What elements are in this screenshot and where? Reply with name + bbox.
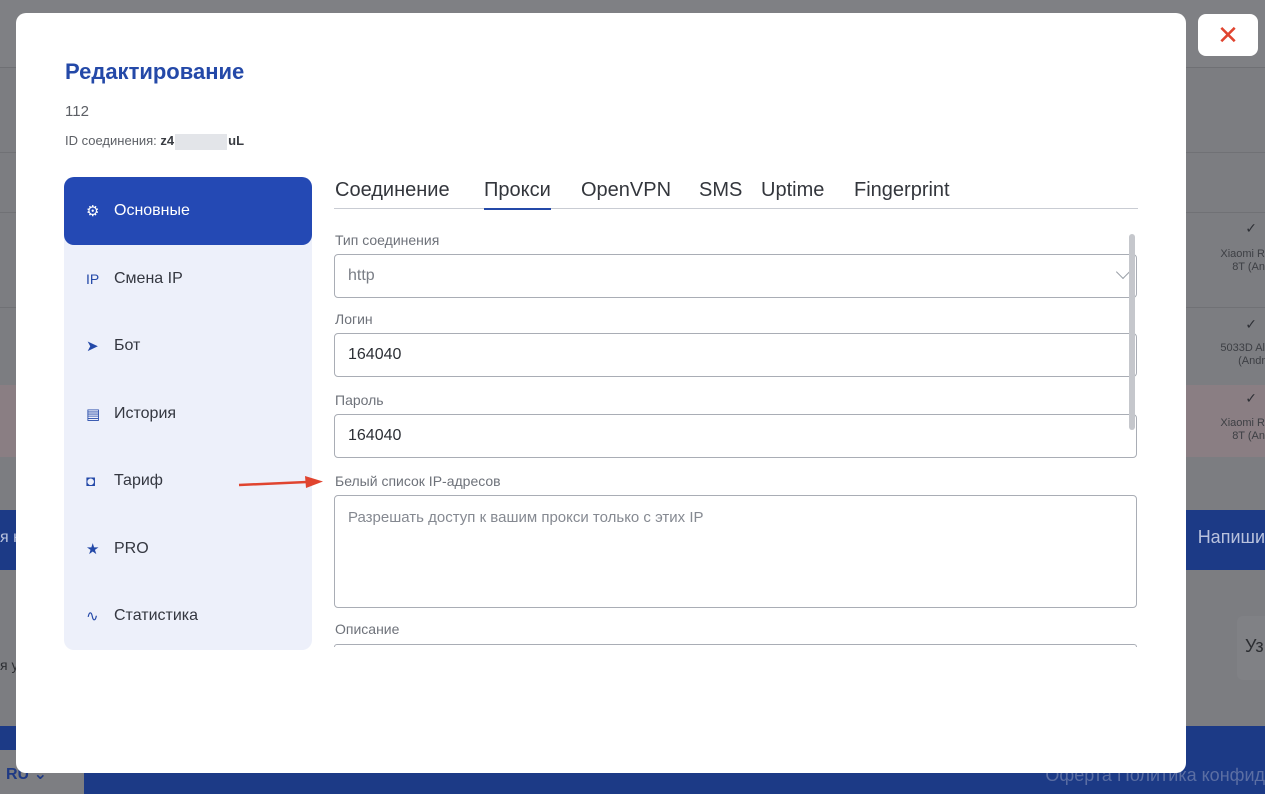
close-icon: ✕ [1217,20,1239,50]
sidebar-item-bot[interactable]: ➤ Бот [64,312,312,380]
sidebar-item-history[interactable]: ▤ История [64,380,312,448]
sidebar-item-label: Тариф [114,472,163,489]
telegram-icon: ➤ [86,338,99,355]
sidebar-item-ip-change[interactable]: IP Смена IP [64,245,312,313]
bg-device-label: 5033D Al (Andr [1220,342,1265,367]
connection-type-select[interactable]: http [334,254,1137,298]
modal-title: Редактирование [65,59,245,84]
connection-type-value: http [348,267,375,284]
connection-type-label: Тип соединения [335,232,440,248]
write-button[interactable]: Напиши [1198,527,1265,548]
connection-number: 112 [65,103,89,120]
whitelist-textarea[interactable]: Разрешать доступ к вашим прокси только с… [334,495,1137,608]
bg-device-label: Xiaomi R 8T (An [1220,248,1265,273]
gear-icon: ⚙ [86,203,100,220]
bg-device-label: Xiaomi R 8T (An [1220,417,1265,442]
tab-openvpn[interactable]: OpenVPN [581,179,671,208]
tab-fingerprint[interactable]: Fingerprint [854,179,950,208]
connection-id: ID соединения: z4 uL [65,133,245,150]
chevron-down-icon [1115,264,1131,280]
password-label: Пароль [335,392,384,408]
star-icon: ★ [86,541,100,558]
sidebar-item-statistics[interactable]: ∿ Статистика [64,582,312,650]
sidebar-item-label: Смена IP [114,270,183,287]
sidebar: ⚙ Основные IP Смена IP ➤ Бот ▤ История ◘… [64,177,312,650]
tab-proxy[interactable]: Прокси [484,179,551,210]
tab-sms[interactable]: SMS [699,179,742,208]
login-input[interactable]: 164040 [334,333,1137,377]
bg-u-button[interactable]: Уз [1237,616,1265,680]
sidebar-item-pro[interactable]: ★ PRO [64,515,312,583]
password-input[interactable]: 164040 [334,414,1137,458]
ip-icon: IP [86,271,100,287]
description-label: Описание [335,621,400,637]
pulse-icon: ∿ [86,608,99,625]
check-icon: ✓ [1245,220,1257,236]
check-icon: ✓ [1245,390,1257,406]
whitelist-placeholder: Разрешать доступ к вашим прокси только с… [348,509,704,526]
redacted-block [175,133,228,150]
annotation-arrow-icon [238,476,323,488]
scrollbar[interactable] [1129,234,1135,430]
shopping-bag-icon: ◘ [86,472,96,490]
description-input[interactable] [334,644,1137,647]
sidebar-item-label: История [114,405,177,422]
tab-bar: Соединение Прокси OpenVPN SMS Uptime Fin… [334,179,1138,210]
sidebar-item-label: Статистика [114,607,199,624]
sidebar-item-label: PRO [114,540,149,557]
sidebar-item-label: Бот [114,337,141,354]
login-label: Логин [335,311,373,327]
sidebar-item-main[interactable]: ⚙ Основные [64,177,312,245]
tab-connection[interactable]: Соединение [335,179,450,208]
document-icon: ▤ [86,406,101,423]
close-button[interactable]: ✕ [1198,14,1258,56]
sidebar-item-label: Основные [114,202,190,219]
edit-modal: Редактирование 112 ID соединения: z4 uL ⚙… [16,13,1186,773]
check-icon: ✓ [1245,316,1257,332]
tab-uptime[interactable]: Uptime [761,179,824,208]
whitelist-label: Белый список IP-адресов [335,473,501,489]
